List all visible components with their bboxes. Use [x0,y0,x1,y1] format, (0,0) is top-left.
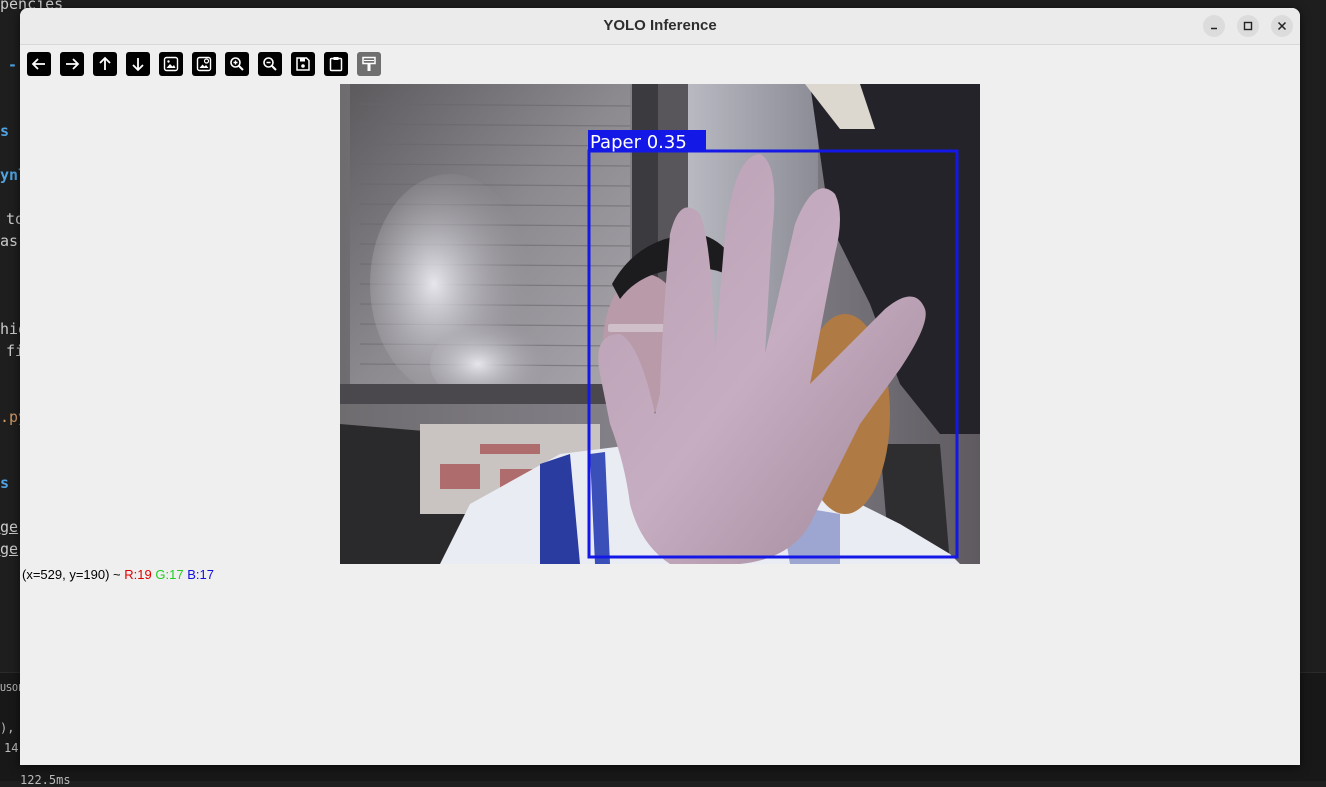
arrow-right-icon [66,58,80,70]
pixel-blue-value: B:17 [187,567,214,582]
close-button[interactable] [1271,15,1293,37]
maximize-icon [1243,21,1253,31]
zoom-out-icon [263,57,277,71]
close-icon [1277,21,1287,31]
window-title: YOLO Inference [603,17,717,34]
copy-clipboard-button[interactable] [324,52,348,76]
detection-label: Paper 0.35 [590,132,687,153]
image-fit-icon [196,56,212,72]
minimize-button[interactable] [1203,15,1225,37]
editor-line: s [0,122,10,140]
pixel-coords: (x=529, y=190) ~ [22,567,121,582]
status-bar: (x=529, y=190) ~ R:19 G:17 B:17 [22,567,214,582]
pan-up-button[interactable] [93,52,117,76]
pan-right-button[interactable] [60,52,84,76]
editor-line: ge [0,540,19,558]
terminal-line: 14 [4,741,19,755]
paint-icon [362,56,376,71]
editor-line: as [0,232,19,250]
arrow-up-icon [99,56,111,70]
toolbar [27,52,381,76]
pixel-green-value: G:17 [155,567,184,582]
terminal-line: ), [0,721,15,735]
yolo-inference-window: YOLO Inference Paper 0.35 (x=529, y=190)… [20,8,1300,765]
terminal-line: 122.5ms [20,773,71,787]
save-icon [296,57,310,71]
pan-down-button[interactable] [126,52,150,76]
zoom-in-button[interactable] [225,52,249,76]
zoom-fit-button[interactable] [192,52,216,76]
title-bar[interactable]: YOLO Inference [20,8,1300,45]
image-icon [163,56,179,72]
arrow-left-icon [31,58,45,70]
pixel-red-value: R:19 [124,567,152,582]
save-button[interactable] [291,52,315,76]
zoom-out-button[interactable] [258,52,282,76]
maximize-button[interactable] [1237,15,1259,37]
camera-image: Paper 0.35 [340,84,980,564]
minimize-icon [1211,27,1217,30]
editor-line: ge [0,518,19,536]
properties-button[interactable] [357,52,381,76]
arrow-down-icon [132,58,144,72]
zoom-original-button[interactable] [159,52,183,76]
camera-frame[interactable]: Paper 0.35 [340,84,980,564]
zoom-in-icon [230,57,244,71]
editor-line: s [0,474,10,492]
clipboard-icon [329,57,343,72]
pan-left-button[interactable] [27,52,51,76]
